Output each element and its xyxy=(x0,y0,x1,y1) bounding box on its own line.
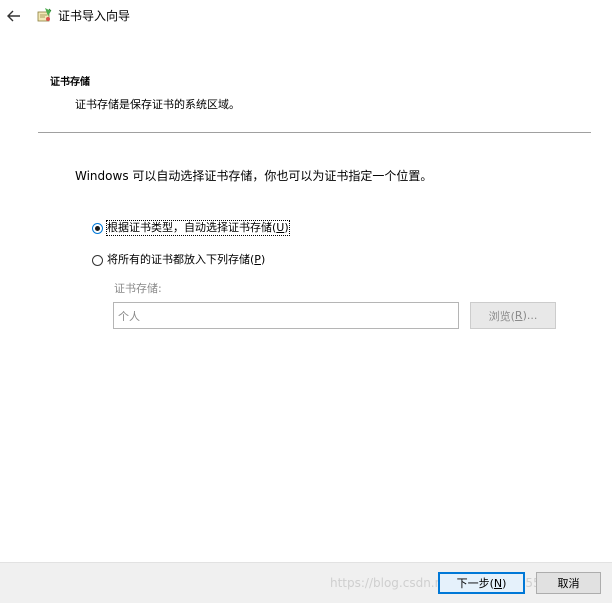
radio-place-all[interactable]: 将所有的证书都放入下列存储(P) xyxy=(92,251,265,269)
header-divider xyxy=(38,132,591,133)
certificate-wizard-icon xyxy=(37,8,52,22)
radio-place-all-indicator[interactable] xyxy=(92,254,103,266)
intro-text: Windows 可以自动选择证书存储，你也可以为证书指定一个位置。 xyxy=(75,169,433,183)
store-input[interactable]: 个人 xyxy=(113,302,459,329)
next-button[interactable]: 下一步(N) xyxy=(438,572,525,594)
browse-button[interactable]: 浏览(R)... xyxy=(470,302,556,329)
radio-auto-select-label[interactable]: 根据证书类型，自动选择证书存储(U) xyxy=(106,220,290,236)
section-heading: 证书存储 xyxy=(50,77,90,88)
section-description: 证书存储是保存证书的系统区域。 xyxy=(75,98,240,111)
cancel-button[interactable]: 取消 xyxy=(536,572,601,594)
title-bar: 证书导入向导 xyxy=(0,0,612,32)
window-title: 证书导入向导 xyxy=(58,9,131,23)
radio-auto-select-indicator[interactable] xyxy=(92,222,103,234)
radio-auto-select[interactable]: 根据证书类型，自动选择证书存储(U) xyxy=(92,219,290,237)
back-arrow-icon[interactable] xyxy=(6,8,22,24)
radio-place-all-label[interactable]: 将所有的证书都放入下列存储(P) xyxy=(107,253,265,267)
store-field-label: 证书存储: xyxy=(114,282,162,295)
